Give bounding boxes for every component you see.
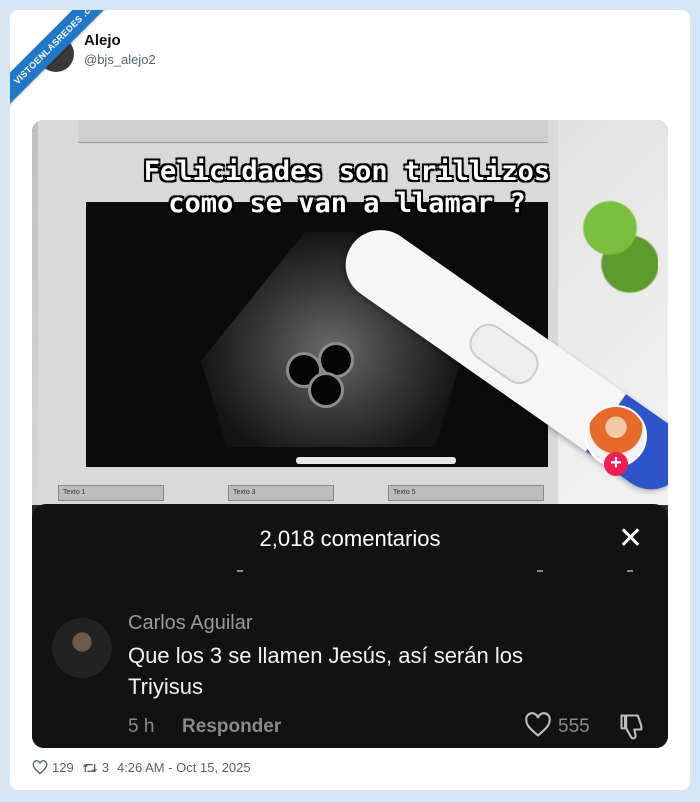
retweet-count: 3 <box>101 760 109 775</box>
text-field-label: Texto 1 <box>58 485 164 501</box>
comment-like-count: 555 <box>558 716 590 737</box>
printout-header <box>78 120 548 143</box>
text-field-label: Texto 5 <box>388 485 544 501</box>
retweet-action[interactable]: 3 <box>82 760 109 775</box>
comment-time: 5 h <box>128 716 155 737</box>
tweet-footer: 129 3 4:26 AM - Oct 15, 2025 <box>32 760 259 775</box>
heart-icon[interactable] <box>524 712 552 743</box>
tweet-media[interactable]: Texto 1 Texto 3 Texto 5 Felicidades son … <box>32 120 668 748</box>
scroll-remnant <box>237 570 657 576</box>
like-count: 129 <box>52 760 74 775</box>
tweet-card: VISTOENLASREDES .com Alejo @bjs_alejo2 T… <box>10 10 690 790</box>
like-action[interactable]: 129 <box>32 760 74 775</box>
retweet-icon <box>82 763 97 772</box>
author-handle[interactable]: @bjs_alejo2 <box>84 52 156 67</box>
follow-plus-icon[interactable]: + <box>604 452 628 476</box>
remnant-mark <box>537 570 543 572</box>
scan-progress-bar <box>296 457 456 464</box>
comment-text: Que los 3 se llamen Jesús, así serán los… <box>128 643 523 699</box>
commenter-name[interactable]: Carlos Aguilar <box>128 612 253 635</box>
remnant-mark <box>237 570 243 572</box>
comments-count-title: 2,018 comentarios <box>259 526 441 551</box>
comments-panel: 2,018 comentarios ✕ Carlos Aguilar Que l… <box>32 504 668 748</box>
caption-line: como se van a llamar ? <box>168 188 526 219</box>
reply-button[interactable]: Responder <box>182 716 281 738</box>
caption-line: Felicidades son trillizos <box>143 156 551 187</box>
text-field-label: Texto 3 <box>228 485 334 501</box>
heart-icon <box>32 760 48 775</box>
close-icon[interactable]: ✕ <box>618 524 643 554</box>
tweet-timestamp[interactable]: 4:26 AM - Oct 15, 2025 <box>117 760 251 775</box>
ultrasound-photo: Texto 1 Texto 3 Texto 5 Felicidades son … <box>32 120 668 505</box>
dislike-icon[interactable] <box>618 712 646 745</box>
video-caption: Felicidades son trillizos como se van a … <box>32 156 662 220</box>
gestational-sac <box>308 372 344 408</box>
printout-text-fields: Texto 1 Texto 3 Texto 5 <box>58 485 578 501</box>
author-name[interactable]: Alejo <box>84 32 121 49</box>
commenter-avatar[interactable] <box>52 618 112 678</box>
remnant-mark <box>627 570 633 572</box>
